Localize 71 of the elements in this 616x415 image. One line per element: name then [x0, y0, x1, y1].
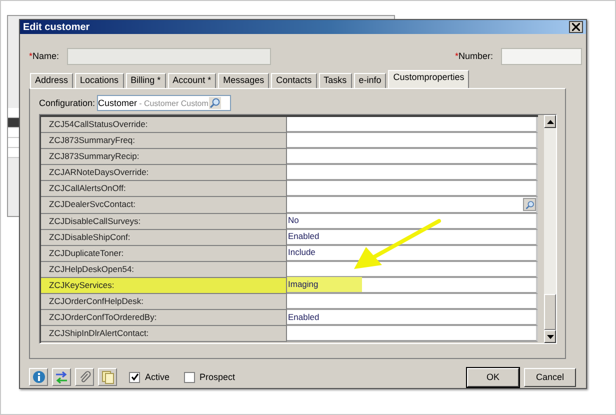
property-label: ZCJDisableShipConf: — [41, 230, 287, 246]
dialog-button[interactable]: Cancel — [524, 368, 576, 386]
number-field[interactable] — [501, 48, 582, 64]
property-label: ZCJShipInDlrAlertContact: — [41, 326, 287, 342]
property-value-field[interactable] — [287, 133, 538, 150]
name-field[interactable] — [67, 48, 272, 64]
property-label: ZCJCallAlertsOnOff: — [41, 181, 287, 198]
tab[interactable]: Locations — [75, 73, 124, 88]
tab[interactable]: Contacts — [271, 73, 317, 88]
scroll-down-icon[interactable] — [546, 334, 554, 338]
checkbox-label: Prospect — [200, 372, 236, 382]
property-label: ZCJKeyServices: — [41, 278, 287, 294]
number-label: *Number: — [454, 51, 493, 61]
tab[interactable]: Account * — [168, 73, 216, 88]
search-icon — [524, 200, 535, 210]
checkbox[interactable] — [129, 372, 140, 382]
sync-button[interactable] — [52, 368, 71, 386]
scroll-thumb[interactable] — [544, 294, 556, 330]
property-label: ZCJ873SummaryFreq: — [41, 133, 287, 150]
tab[interactable]: Tasks — [318, 73, 352, 88]
window-title: Edit customer — [23, 22, 91, 32]
copy-button[interactable] — [98, 368, 117, 386]
property-value: No — [287, 214, 299, 228]
close-button[interactable] — [569, 21, 583, 33]
property-value-field[interactable] — [287, 181, 538, 198]
tab[interactable]: Billing * — [126, 73, 166, 88]
tab[interactable]: Address — [30, 73, 74, 88]
property-value-field[interactable] — [287, 149, 538, 166]
info-button[interactable] — [29, 368, 48, 386]
name-label: *Name: — [29, 51, 60, 61]
property-label: ZCJHelpDeskOpen54: — [41, 262, 287, 278]
property-value-field[interactable]: Enabled — [287, 230, 538, 246]
property-value: Enabled — [287, 310, 320, 324]
property-label: ZCJOrderConfHelpDesk: — [41, 294, 287, 310]
configuration-label: Configuration: — [39, 98, 96, 108]
attach-button[interactable] — [75, 368, 94, 386]
info-icon — [32, 371, 44, 383]
property-value-field[interactable]: Imaging — [287, 278, 538, 294]
swap-arrows-icon — [55, 370, 68, 384]
search-icon — [209, 97, 222, 109]
property-value: Enabled — [287, 230, 320, 244]
property-value-field[interactable] — [287, 262, 538, 278]
property-value-field[interactable]: No — [287, 214, 538, 230]
tab[interactable]: e-info — [354, 73, 386, 88]
property-label: ZCJARNoteDaysOverride: — [41, 165, 287, 182]
property-value-field[interactable] — [287, 197, 538, 214]
scroll-up-icon[interactable] — [546, 120, 554, 124]
dialog-button[interactable]: OK — [467, 368, 519, 386]
tab[interactable]: Messages — [218, 73, 270, 88]
property-value-field[interactable]: Enabled — [287, 310, 538, 326]
property-value: Include — [287, 246, 316, 260]
property-value-field[interactable] — [287, 165, 538, 182]
property-label: ZCJDisableCallSurveys: — [41, 214, 287, 230]
close-icon — [572, 23, 580, 31]
documents-icon — [102, 370, 114, 384]
property-value-field[interactable] — [287, 117, 538, 134]
paperclip-icon — [78, 371, 90, 383]
checkbox-label: Active — [145, 372, 170, 382]
property-label: ZCJDuplicateToner: — [41, 246, 287, 262]
scrollbar[interactable] — [544, 115, 556, 343]
property-label: ZCJ54CallStatusOverride: — [41, 117, 287, 134]
property-value-field[interactable] — [287, 326, 538, 342]
property-label: ZCJ873SummaryRecip: — [41, 149, 287, 166]
property-label: ZCJDealerSvcContact: — [41, 197, 287, 214]
tab[interactable]: Customproperties — [388, 70, 470, 88]
lookup-button[interactable] — [523, 198, 536, 212]
checkbox[interactable] — [184, 372, 195, 382]
property-value: Imaging — [287, 277, 362, 292]
property-value-field[interactable] — [287, 294, 538, 310]
configuration-field[interactable]: Customer - Customer Custom — [97, 95, 232, 111]
property-label: ZCJOrderConfToOrderedBy: — [41, 310, 287, 326]
